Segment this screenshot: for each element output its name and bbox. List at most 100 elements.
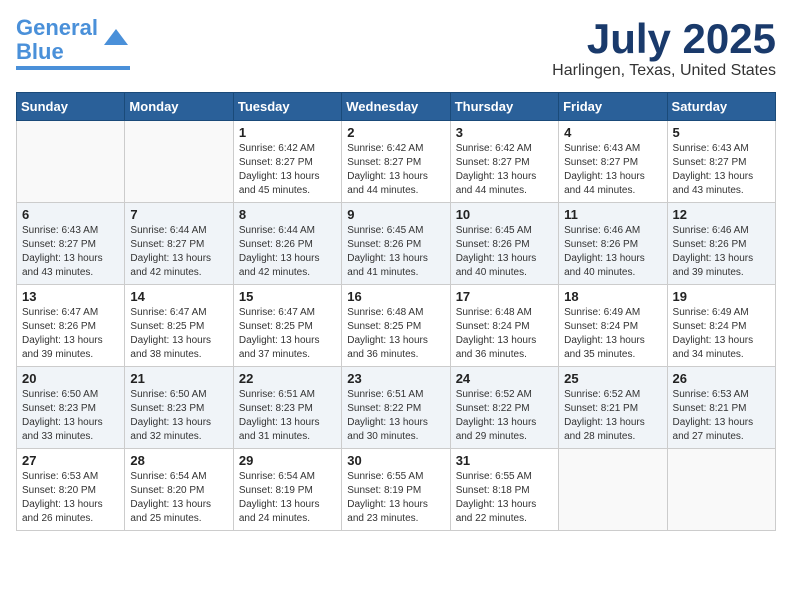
calendar-cell: 27 Sunrise: 6:53 AMSunset: 8:20 PMDayligh…: [17, 449, 125, 531]
day-info: Sunrise: 6:48 AMSunset: 8:25 PMDaylight:…: [347, 306, 444, 362]
calendar-cell: 28 Sunrise: 6:54 AMSunset: 8:20 PMDayligh…: [125, 449, 233, 531]
day-number: 8: [239, 207, 336, 222]
day-info: Sunrise: 6:53 AMSunset: 8:20 PMDaylight:…: [22, 470, 119, 526]
day-number: 27: [22, 453, 119, 468]
day-number: 14: [130, 289, 227, 304]
day-number: 18: [564, 289, 661, 304]
logo-bar: [16, 66, 130, 70]
weekday-header: Wednesday: [342, 93, 450, 121]
day-info: Sunrise: 6:47 AMSunset: 8:25 PMDaylight:…: [130, 306, 227, 362]
calendar-cell: 13 Sunrise: 6:47 AMSunset: 8:26 PMDayligh…: [17, 285, 125, 367]
day-number: 16: [347, 289, 444, 304]
day-info: Sunrise: 6:42 AMSunset: 8:27 PMDaylight:…: [239, 142, 336, 198]
calendar-cell: 2 Sunrise: 6:42 AMSunset: 8:27 PMDaylight…: [342, 121, 450, 203]
calendar-cell: [17, 121, 125, 203]
calendar-cell: 18Sunrise: 6:49 AMSunset: 8:24 PMDayligh…: [559, 285, 667, 367]
day-info: Sunrise: 6:50 AMSunset: 8:23 PMDaylight:…: [22, 388, 119, 444]
logo-icon: [102, 25, 130, 53]
day-info: Sunrise: 6:53 AMSunset: 8:21 PMDaylight:…: [673, 388, 770, 444]
day-number: 23: [347, 371, 444, 386]
day-number: 12: [673, 207, 770, 222]
day-number: 4: [564, 125, 661, 140]
day-info: Sunrise: 6:46 AMSunset: 8:26 PMDaylight:…: [564, 224, 661, 280]
day-number: 22: [239, 371, 336, 386]
title-block: July 2025 Harlingen, Texas, United State…: [552, 16, 776, 80]
calendar-cell: 14 Sunrise: 6:47 AMSunset: 8:25 PMDayligh…: [125, 285, 233, 367]
day-info: Sunrise: 6:52 AMSunset: 8:22 PMDaylight:…: [456, 388, 553, 444]
calendar-cell: 12Sunrise: 6:46 AMSunset: 8:26 PMDayligh…: [667, 203, 775, 285]
day-number: 28: [130, 453, 227, 468]
day-number: 25: [564, 371, 661, 386]
day-number: 3: [456, 125, 553, 140]
day-number: 7: [130, 207, 227, 222]
day-info: Sunrise: 6:43 AMSunset: 8:27 PMDaylight:…: [22, 224, 119, 280]
calendar-cell: 4 Sunrise: 6:43 AMSunset: 8:27 PMDaylight…: [559, 121, 667, 203]
calendar-cell: [667, 449, 775, 531]
day-number: 20: [22, 371, 119, 386]
day-info: Sunrise: 6:43 AMSunset: 8:27 PMDaylight:…: [564, 142, 661, 198]
calendar-table: SundayMondayTuesdayWednesdayThursdayFrid…: [16, 92, 776, 531]
calendar-week-row: 27 Sunrise: 6:53 AMSunset: 8:20 PMDayligh…: [17, 449, 776, 531]
day-info: Sunrise: 6:42 AMSunset: 8:27 PMDaylight:…: [347, 142, 444, 198]
day-number: 1: [239, 125, 336, 140]
calendar-cell: 23 Sunrise: 6:51 AMSunset: 8:22 PMDayligh…: [342, 367, 450, 449]
day-number: 2: [347, 125, 444, 140]
calendar-cell: 31Sunrise: 6:55 AMSunset: 8:18 PMDayligh…: [450, 449, 558, 531]
day-number: 15: [239, 289, 336, 304]
day-number: 21: [130, 371, 227, 386]
day-info: Sunrise: 6:54 AMSunset: 8:20 PMDaylight:…: [130, 470, 227, 526]
calendar-cell: 22 Sunrise: 6:51 AMSunset: 8:23 PMDayligh…: [233, 367, 341, 449]
calendar-cell: 20 Sunrise: 6:50 AMSunset: 8:23 PMDayligh…: [17, 367, 125, 449]
day-number: 29: [239, 453, 336, 468]
location-title: Harlingen, Texas, United States: [552, 62, 776, 80]
weekday-header: Friday: [559, 93, 667, 121]
calendar-cell: 16 Sunrise: 6:48 AMSunset: 8:25 PMDayligh…: [342, 285, 450, 367]
day-info: Sunrise: 6:47 AMSunset: 8:25 PMDaylight:…: [239, 306, 336, 362]
weekday-header: Thursday: [450, 93, 558, 121]
day-number: 24: [456, 371, 553, 386]
day-info: Sunrise: 6:54 AMSunset: 8:19 PMDaylight:…: [239, 470, 336, 526]
day-number: 9: [347, 207, 444, 222]
weekday-header: Tuesday: [233, 93, 341, 121]
day-number: 31: [456, 453, 553, 468]
weekday-header: Monday: [125, 93, 233, 121]
calendar-week-row: 13 Sunrise: 6:47 AMSunset: 8:26 PMDayligh…: [17, 285, 776, 367]
calendar-cell: 11 Sunrise: 6:46 AMSunset: 8:26 PMDayligh…: [559, 203, 667, 285]
calendar-cell: 7 Sunrise: 6:44 AMSunset: 8:27 PMDaylight…: [125, 203, 233, 285]
day-number: 26: [673, 371, 770, 386]
day-info: Sunrise: 6:43 AMSunset: 8:27 PMDaylight:…: [673, 142, 770, 198]
calendar-cell: 19 Sunrise: 6:49 AMSunset: 8:24 PMDayligh…: [667, 285, 775, 367]
day-number: 30: [347, 453, 444, 468]
calendar-week-row: 1 Sunrise: 6:42 AMSunset: 8:27 PMDaylight…: [17, 121, 776, 203]
calendar-cell: 1 Sunrise: 6:42 AMSunset: 8:27 PMDaylight…: [233, 121, 341, 203]
calendar-cell: 10Sunrise: 6:45 AMSunset: 8:26 PMDayligh…: [450, 203, 558, 285]
day-info: Sunrise: 6:52 AMSunset: 8:21 PMDaylight:…: [564, 388, 661, 444]
weekday-header: Saturday: [667, 93, 775, 121]
day-info: Sunrise: 6:51 AMSunset: 8:22 PMDaylight:…: [347, 388, 444, 444]
calendar-cell: 30Sunrise: 6:55 AMSunset: 8:19 PMDayligh…: [342, 449, 450, 531]
day-info: Sunrise: 6:44 AMSunset: 8:27 PMDaylight:…: [130, 224, 227, 280]
calendar-week-row: 20 Sunrise: 6:50 AMSunset: 8:23 PMDayligh…: [17, 367, 776, 449]
calendar-cell: 17Sunrise: 6:48 AMSunset: 8:24 PMDayligh…: [450, 285, 558, 367]
day-info: Sunrise: 6:51 AMSunset: 8:23 PMDaylight:…: [239, 388, 336, 444]
logo: General Blue: [16, 16, 130, 70]
calendar-cell: 6Sunrise: 6:43 AMSunset: 8:27 PMDaylight…: [17, 203, 125, 285]
month-title: July 2025: [552, 16, 776, 62]
day-info: Sunrise: 6:48 AMSunset: 8:24 PMDaylight:…: [456, 306, 553, 362]
calendar-cell: [559, 449, 667, 531]
day-number: 19: [673, 289, 770, 304]
day-info: Sunrise: 6:44 AMSunset: 8:26 PMDaylight:…: [239, 224, 336, 280]
calendar-cell: 29 Sunrise: 6:54 AMSunset: 8:19 PMDayligh…: [233, 449, 341, 531]
day-number: 13: [22, 289, 119, 304]
day-number: 11: [564, 207, 661, 222]
day-number: 5: [673, 125, 770, 140]
day-info: Sunrise: 6:50 AMSunset: 8:23 PMDaylight:…: [130, 388, 227, 444]
calendar-cell: 8 Sunrise: 6:44 AMSunset: 8:26 PMDaylight…: [233, 203, 341, 285]
calendar-week-row: 6Sunrise: 6:43 AMSunset: 8:27 PMDaylight…: [17, 203, 776, 285]
calendar-cell: 15 Sunrise: 6:47 AMSunset: 8:25 PMDayligh…: [233, 285, 341, 367]
day-info: Sunrise: 6:49 AMSunset: 8:24 PMDaylight:…: [673, 306, 770, 362]
page-header: General Blue July 2025 Harlingen, Texas,…: [16, 16, 776, 80]
day-number: 10: [456, 207, 553, 222]
calendar-cell: 24 Sunrise: 6:52 AMSunset: 8:22 PMDayligh…: [450, 367, 558, 449]
day-info: Sunrise: 6:47 AMSunset: 8:26 PMDaylight:…: [22, 306, 119, 362]
